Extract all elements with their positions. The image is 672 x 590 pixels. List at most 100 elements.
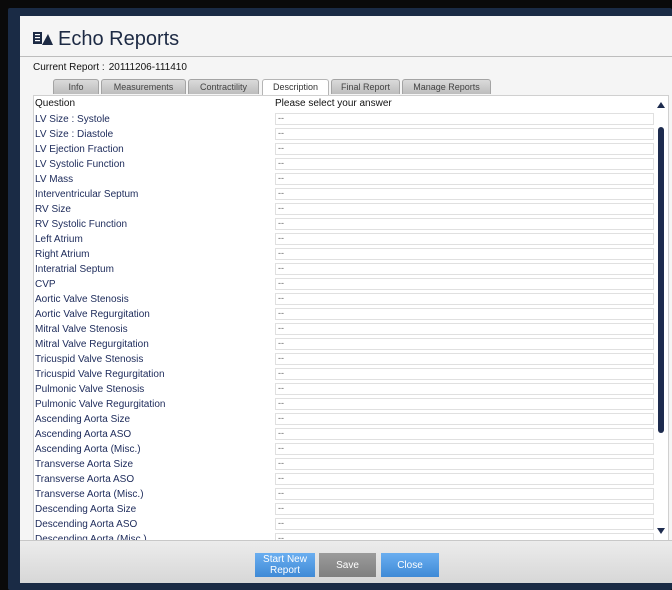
answer-select[interactable]: -- [275,158,654,170]
title-divider [20,56,672,57]
question-label: Mitral Valve Regurgitation [35,339,149,350]
answer-value: -- [278,218,284,228]
answer-value: -- [278,368,284,378]
start-new-label-line2: Report [269,565,300,576]
answer-value: -- [278,173,284,183]
answer-select[interactable]: -- [275,263,654,275]
answer-select[interactable]: -- [275,293,654,305]
table-row: Mitral Valve Stenosis -- [34,322,654,337]
question-label: RV Systolic Function [35,219,128,230]
answer-value: -- [278,488,284,498]
answer-select[interactable]: -- [275,413,654,425]
table-row: Interventricular Septum -- [34,187,654,202]
tab-contractility[interactable]: Contractility [188,79,259,94]
tab-manage-reports[interactable]: Manage Reports [402,79,491,94]
answer-select[interactable]: -- [275,428,654,440]
answer-value: -- [278,473,284,483]
answer-value: -- [278,353,284,363]
arrow-up-icon[interactable] [657,102,665,108]
description-panel: Question Please select your answer LV Si… [33,95,669,542]
answer-select[interactable]: -- [275,218,654,230]
answer-value: -- [278,308,284,318]
save-button[interactable]: Save [319,553,376,577]
answer-select[interactable]: -- [275,353,654,365]
table-row: LV Size : Systole -- [34,112,654,127]
tab-description[interactable]: Description [262,79,329,95]
answer-value: -- [278,293,284,303]
table-row: Descending Aorta Size -- [34,502,654,517]
tab-bar: Info Measurements Contractility Descript… [35,79,672,95]
answer-value: -- [278,503,284,513]
table-row: Tricuspid Valve Regurgitation -- [34,367,654,382]
answer-select[interactable]: -- [275,518,654,530]
close-button[interactable]: Close [381,553,439,577]
table-row: Interatrial Septum -- [34,262,654,277]
answer-select[interactable]: -- [275,188,654,200]
question-label: Transverse Aorta ASO [35,474,135,485]
answer-select[interactable]: -- [275,233,654,245]
table-row: Transverse Aorta Size -- [34,457,654,472]
answer-value: -- [278,398,284,408]
table-row: Ascending Aorta ASO -- [34,427,654,442]
tab-info[interactable]: Info [53,79,99,94]
answer-select[interactable]: -- [275,128,654,140]
arrow-down-icon[interactable] [657,528,665,534]
table-row: RV Systolic Function -- [34,217,654,232]
table-row: CVP -- [34,277,654,292]
answer-select[interactable]: -- [275,383,654,395]
answer-select[interactable]: -- [275,278,654,290]
answer-select[interactable]: -- [275,323,654,335]
answer-value: -- [278,158,284,168]
question-label: CVP [35,279,56,290]
question-label: Transverse Aorta Size [35,459,134,470]
table-row: Right Atrium -- [34,247,654,262]
answer-select[interactable]: -- [275,143,654,155]
table-row: LV Systolic Function -- [34,157,654,172]
answer-value: -- [278,188,284,198]
answer-select[interactable]: -- [275,443,654,455]
table-row: Transverse Aorta ASO -- [34,472,654,487]
question-label: Interventricular Septum [35,189,139,200]
answer-select[interactable]: -- [275,338,654,350]
question-label: Right Atrium [35,249,90,260]
tab-measurements[interactable]: Measurements [101,79,186,94]
tab-final-report[interactable]: Final Report [331,79,400,94]
current-report: Current Report :20111206-111410 [33,62,187,73]
answer-value: -- [278,203,284,213]
table-row: Ascending Aorta Size -- [34,412,654,427]
answer-select[interactable]: -- [275,503,654,515]
answer-select[interactable]: -- [275,488,654,500]
current-report-id: 20111206-111410 [108,62,187,73]
table-row: Left Atrium -- [34,232,654,247]
answer-select[interactable]: -- [275,248,654,260]
scrollbar-thumb[interactable] [658,127,664,433]
answer-select[interactable]: -- [275,203,654,215]
answer-value: -- [278,383,284,393]
answer-value: -- [278,143,284,153]
question-label: Tricuspid Valve Stenosis [35,354,144,365]
table-row: LV Size : Diastole -- [34,127,654,142]
answer-value: -- [278,413,284,423]
answer-select[interactable]: -- [275,368,654,380]
start-new-report-button[interactable]: Start New Report [255,553,315,577]
answer-select[interactable]: -- [275,308,654,320]
answer-select[interactable]: -- [275,398,654,410]
table-row: Pulmonic Valve Stenosis -- [34,382,654,397]
answer-select[interactable]: -- [275,173,654,185]
question-label: Descending Aorta ASO [35,519,138,530]
table-row: Transverse Aorta (Misc.) -- [34,487,654,502]
answer-value: -- [278,518,284,528]
title-bar: Echo Reports [20,16,672,56]
question-label: RV Size [35,204,71,215]
answer-value: -- [278,428,284,438]
vertical-scrollbar[interactable] [655,96,667,541]
answer-value: -- [278,263,284,273]
answer-select[interactable]: -- [275,473,654,485]
table-row: Tricuspid Valve Stenosis -- [34,352,654,367]
answer-select[interactable]: -- [275,113,654,125]
question-label: Tricuspid Valve Regurgitation [35,369,165,380]
question-label: LV Size : Systole [35,114,110,125]
answer-select[interactable]: -- [275,458,654,470]
current-report-label: Current Report : [33,62,105,73]
footer-bar: Start New Report Save Close [20,540,672,583]
